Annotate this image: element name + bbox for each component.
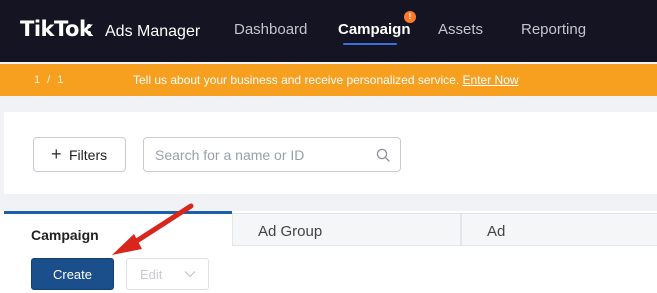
logo-colon-dot (87, 31, 91, 35)
search-box[interactable] (143, 137, 401, 172)
nav-item-dashboard[interactable]: Dashboard (234, 20, 307, 40)
nav-item-reporting[interactable]: Reporting (521, 20, 586, 40)
product-name: Ads Manager (105, 23, 201, 40)
chevron-down-icon (184, 271, 196, 278)
banner-pager: 1 / 1 (34, 74, 66, 86)
nav-item-assets[interactable]: Assets (438, 20, 483, 40)
search-input[interactable] (155, 138, 375, 171)
tab-ad[interactable]: Ad (461, 213, 657, 246)
edit-button[interactable]: Edit (126, 258, 209, 290)
tiktok-logo[interactable]: TikTok (20, 16, 93, 42)
top-nav-bar: TikTok Ads Manager Dashboard Campaign ! … (0, 0, 657, 62)
tab-ad-group[interactable]: Ad Group (232, 213, 461, 246)
filters-button[interactable]: + Filters (33, 137, 126, 172)
nav-item-campaign[interactable]: Campaign (338, 20, 411, 40)
edit-label: Edit (140, 267, 163, 282)
create-label: Create (52, 267, 93, 282)
banner-message-line: Tell us about your business and receive … (133, 73, 519, 87)
enter-now-link[interactable]: Enter Now (463, 73, 519, 87)
filters-label: Filters (69, 147, 108, 163)
tab-label: Ad Group (258, 223, 323, 240)
promo-banner: 1 / 1 Tell us about your business and re… (0, 64, 657, 96)
plus-icon: + (51, 144, 62, 164)
nav-active-indicator (343, 43, 397, 45)
search-icon[interactable] (376, 148, 390, 162)
tab-label: Ad (487, 223, 506, 240)
logo-colon-dot (87, 24, 91, 28)
tab-label: Campaign (31, 227, 99, 243)
alert-badge-icon[interactable]: ! (404, 11, 416, 23)
banner-message: Tell us about your business and receive … (133, 73, 460, 87)
tab-campaign[interactable]: Campaign (4, 211, 232, 249)
create-button[interactable]: Create (31, 258, 114, 290)
